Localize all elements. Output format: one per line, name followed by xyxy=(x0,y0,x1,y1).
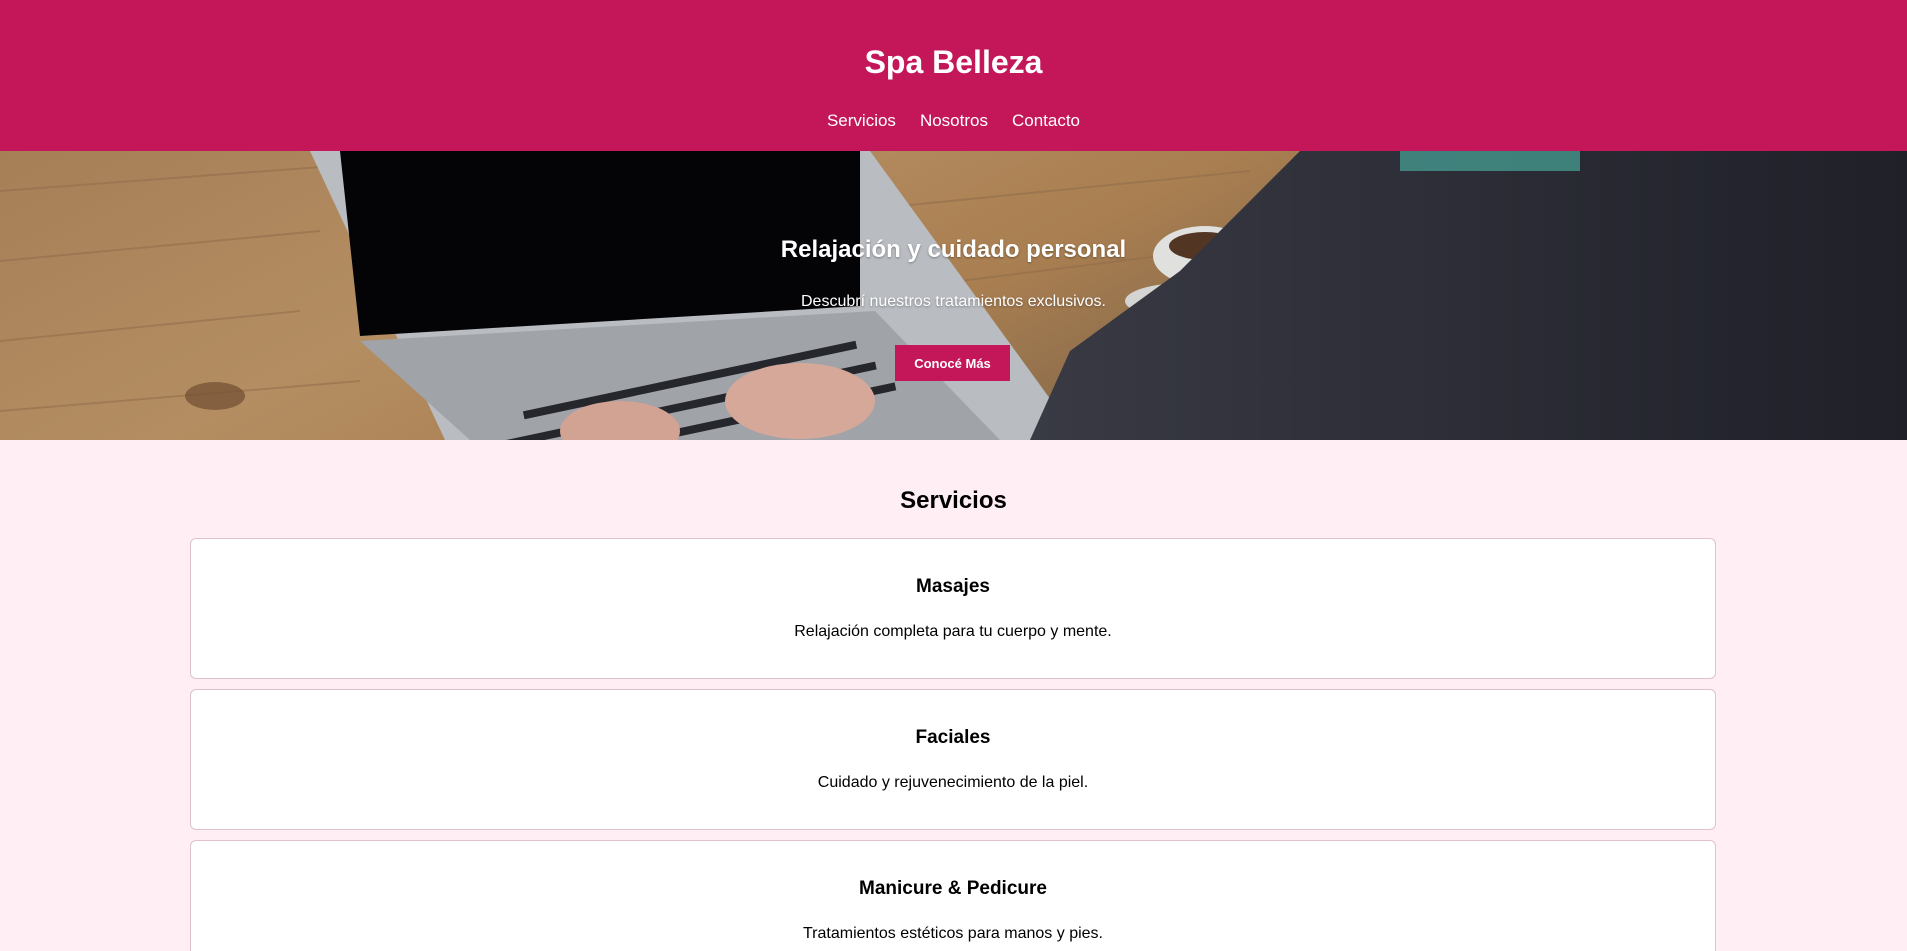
hero-subtitle: Descubrí nuestros tratamientos exclusivo… xyxy=(800,293,1106,310)
hero-content: Relajación y cuidado personal Descubrí n… xyxy=(0,151,1907,440)
nav-link-servicios[interactable]: Servicios xyxy=(827,110,896,132)
services-title: Servicios xyxy=(900,487,1007,514)
service-card-list: Masajes Relajación completa para tu cuer… xyxy=(190,538,1716,951)
hero-title: Relajación y cuidado personal xyxy=(780,236,1127,263)
site-title: Spa Belleza xyxy=(864,44,1043,80)
service-card-title: Manicure & Pedicure xyxy=(859,878,1047,899)
main-nav: Servicios Nosotros Contacto xyxy=(0,110,1907,132)
nav-link-contacto[interactable]: Contacto xyxy=(1012,110,1080,132)
learn-more-button[interactable]: Conocé Más xyxy=(895,345,1010,381)
service-card-title: Masajes xyxy=(916,576,990,597)
site-header: Spa Belleza Servicios Nosotros Contacto xyxy=(0,0,1907,151)
service-card-faciales: Faciales Cuidado y rejuvenecimiento de l… xyxy=(190,689,1716,830)
service-card-description: Cuidado y rejuvenecimiento de la piel. xyxy=(817,774,1089,791)
hero-banner: Relajación y cuidado personal Descubrí n… xyxy=(0,151,1907,440)
services-section: Servicios Masajes Relajación completa pa… xyxy=(0,440,1907,951)
service-card-description: Tratamientos estéticos para manos y pies… xyxy=(803,925,1103,942)
service-card-description: Relajación completa para tu cuerpo y men… xyxy=(794,623,1112,640)
service-card-masajes: Masajes Relajación completa para tu cuer… xyxy=(190,538,1716,679)
service-card-manicure-pedicure: Manicure & Pedicure Tratamientos estétic… xyxy=(190,840,1716,951)
service-card-title: Faciales xyxy=(915,727,991,748)
nav-link-nosotros[interactable]: Nosotros xyxy=(920,110,988,132)
